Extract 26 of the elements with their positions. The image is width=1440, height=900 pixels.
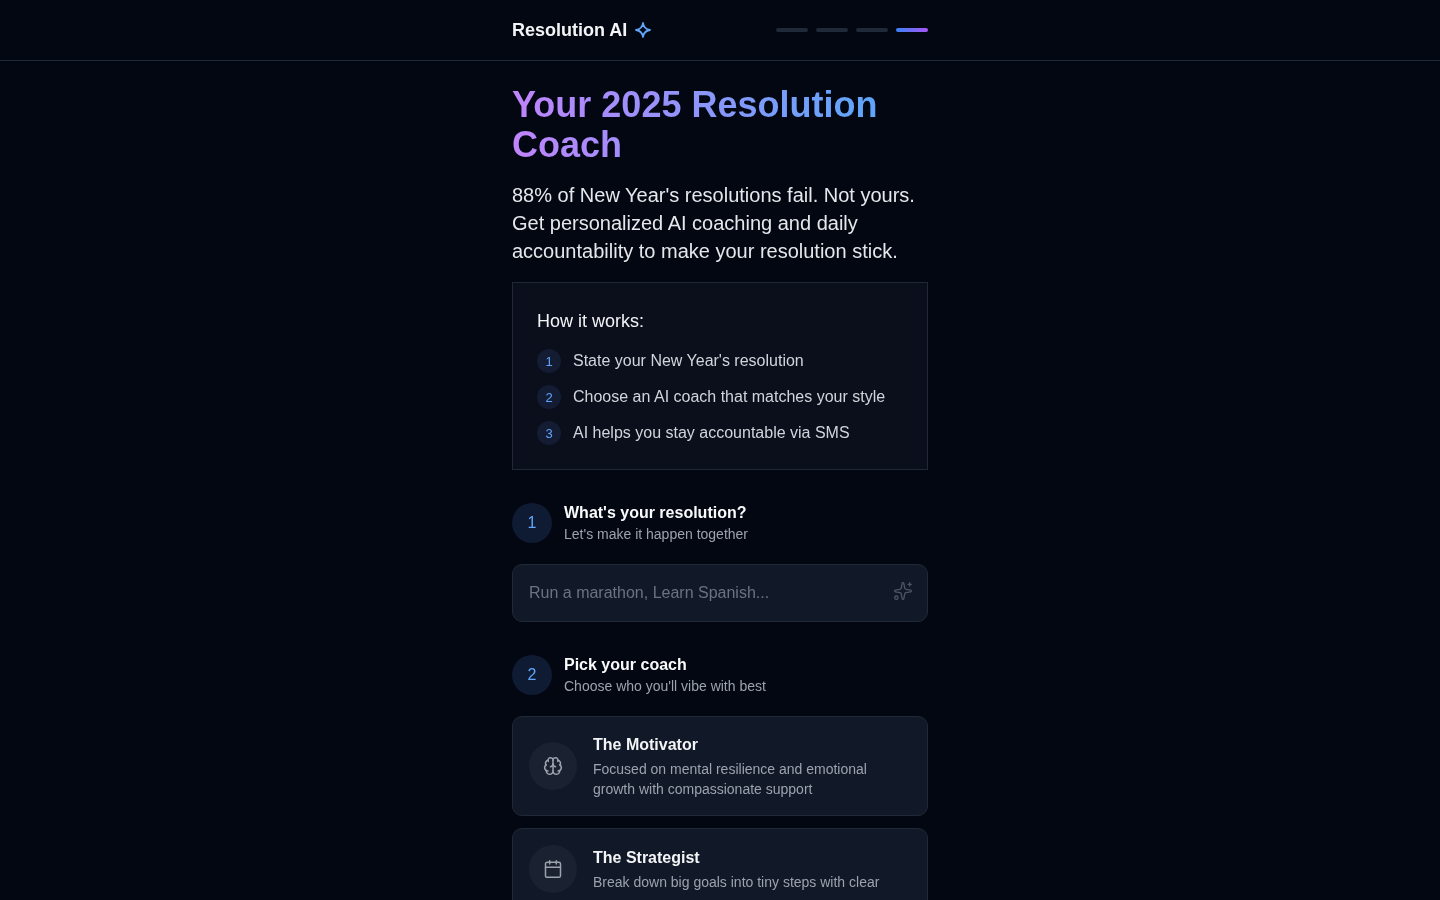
step-number: 1 bbox=[512, 503, 552, 543]
card-title: How it works: bbox=[537, 310, 645, 333]
step-number: 2 bbox=[512, 655, 552, 695]
coach-option[interactable]: The Motivator Focused on mental resilience and emotional growth with compassionate support bbox=[512, 716, 928, 816]
coach-description: Break down big goals into tiny steps with clear bbox=[593, 873, 880, 892]
coach-name: The Motivator bbox=[593, 735, 699, 755]
resolution-input[interactable]: Run a marathon, Learn Spanish... bbox=[512, 564, 928, 622]
step-title: What's your resolution? bbox=[564, 503, 748, 523]
step-number: 3 bbox=[537, 421, 561, 445]
calendar-icon bbox=[529, 845, 577, 893]
app-logo: Resolution AI bbox=[512, 19, 628, 41]
step-subtitle: Choose who you'll vibe with best bbox=[564, 677, 766, 696]
sparkle-icon bbox=[635, 22, 652, 38]
coach-option[interactable]: The Strategist Break down big goals into tiny steps with clear bbox=[512, 828, 928, 900]
step-number: 2 bbox=[537, 385, 561, 409]
brain-icon bbox=[529, 742, 577, 790]
sparkles-icon bbox=[893, 581, 913, 601]
step-text: AI helps you stay accountable via SMS bbox=[573, 423, 850, 443]
step-text: Choose an AI coach that matches your style bbox=[573, 387, 886, 407]
coach-description: Focused on mental resilience and emotional growth with compassionate support bbox=[593, 760, 868, 799]
step-subtitle: Let's make it happen together bbox=[564, 525, 749, 544]
step-number: 1 bbox=[537, 349, 561, 373]
step-title: Pick your coach bbox=[564, 655, 688, 675]
step-text: State your New Year's resolution bbox=[573, 351, 804, 371]
hero-subtitle: 88% of New Year's resolutions fail. Not yours. Get personalized AI coaching and daily accountability to make your resolution stick. bbox=[512, 183, 916, 264]
coach-name: The Strategist bbox=[593, 848, 701, 868]
